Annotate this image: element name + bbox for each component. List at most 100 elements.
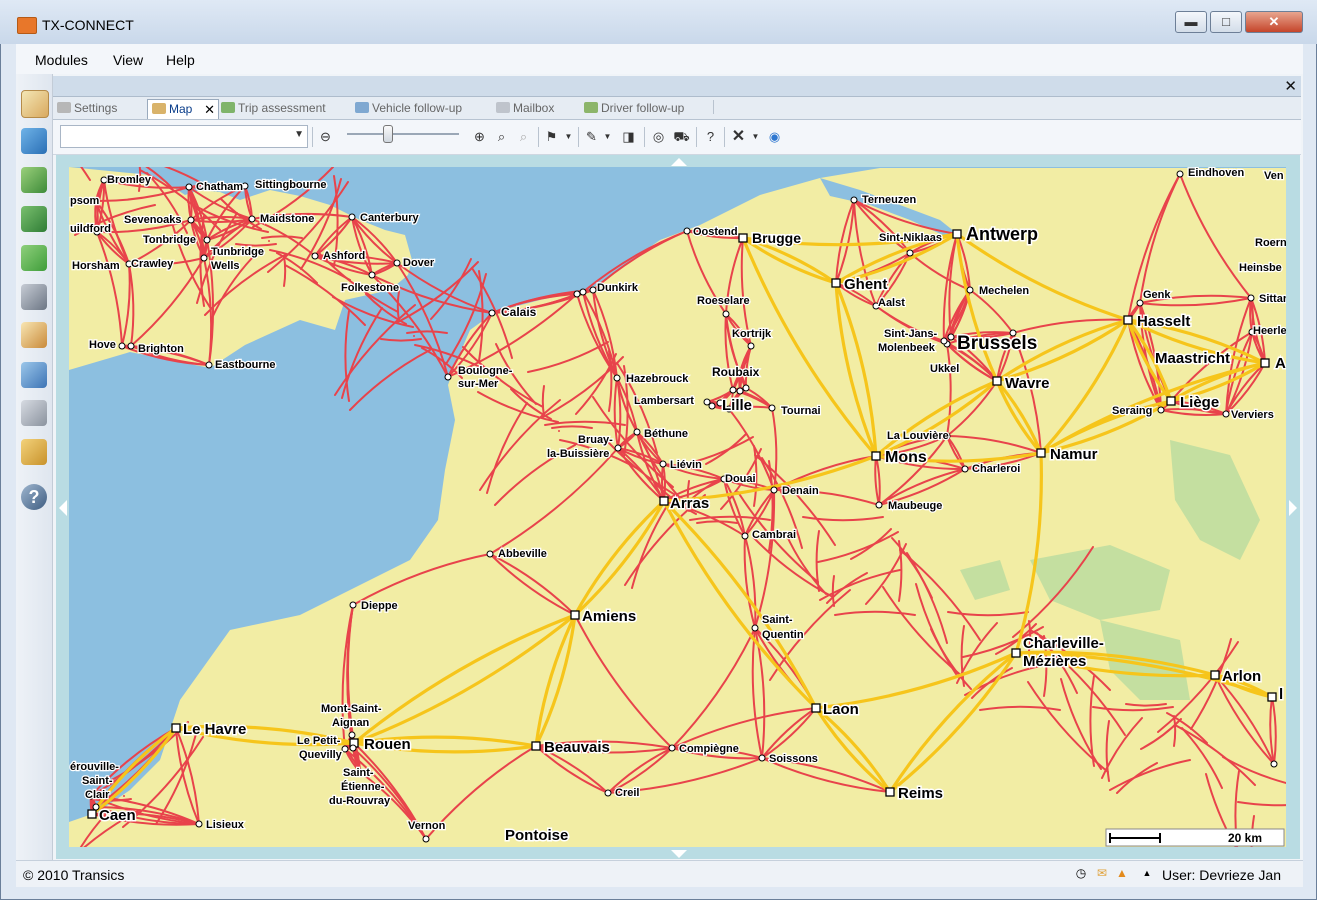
city-marker[interactable] <box>570 610 580 620</box>
city-marker[interactable] <box>659 496 669 506</box>
town-marker[interactable] <box>368 271 376 279</box>
town-marker[interactable] <box>1176 170 1184 178</box>
town-marker[interactable] <box>961 465 969 473</box>
maximize-button[interactable]: □ <box>1210 11 1242 33</box>
town-marker[interactable] <box>589 286 597 294</box>
zoom-area-icon[interactable]: ⌕ <box>493 128 510 145</box>
driver-module-icon[interactable] <box>21 167 47 193</box>
town-marker[interactable] <box>341 745 349 753</box>
tab-map[interactable]: Map ✕ <box>147 99 219 119</box>
mail-icon[interactable]: ✉ <box>1095 866 1109 880</box>
town-marker[interactable] <box>736 387 744 395</box>
city-marker[interactable] <box>531 741 541 751</box>
truck-module-icon[interactable] <box>21 245 47 271</box>
town-marker[interactable] <box>422 835 430 843</box>
town-marker[interactable] <box>187 216 195 224</box>
dashboard-module-icon[interactable] <box>21 206 47 232</box>
town-marker[interactable] <box>747 342 755 350</box>
clock-icon[interactable]: ◷ <box>1074 866 1088 880</box>
town-marker[interactable] <box>668 744 676 752</box>
town-marker[interactable] <box>751 624 759 632</box>
town-marker[interactable] <box>758 754 766 762</box>
town-marker[interactable] <box>906 249 914 257</box>
chevron-down-icon[interactable]: ▼ <box>599 128 616 145</box>
city-marker[interactable] <box>1267 692 1277 702</box>
town-marker[interactable] <box>1270 760 1278 768</box>
location-combo[interactable]: ▼ <box>60 125 308 148</box>
town-marker[interactable] <box>185 183 193 191</box>
tab-settings[interactable]: Settings <box>57 99 117 118</box>
minimize-button[interactable]: ▬ <box>1175 11 1207 33</box>
city-marker[interactable] <box>1260 358 1270 368</box>
map-canvas[interactable]: Bromley Chatham Sittingbourne psom Sevenoaks… <box>69 167 1286 847</box>
town-marker[interactable] <box>708 402 716 410</box>
town-marker[interactable] <box>659 460 667 468</box>
town-marker[interactable] <box>768 404 776 412</box>
map-help-icon[interactable]: ? <box>702 128 719 145</box>
town-marker[interactable] <box>248 215 256 223</box>
city-marker[interactable] <box>871 451 881 461</box>
close-button[interactable]: ✕ <box>1245 11 1303 33</box>
town-marker[interactable] <box>195 820 203 828</box>
town-marker[interactable] <box>348 731 356 739</box>
city-marker[interactable] <box>1011 648 1021 658</box>
alert-icon[interactable]: ▲ <box>1115 866 1129 880</box>
scanner-module-icon[interactable] <box>21 284 47 310</box>
edit-icon[interactable]: ✎ <box>583 128 600 145</box>
town-marker[interactable] <box>1157 406 1165 414</box>
pan-down-icon[interactable] <box>671 850 687 858</box>
city-marker[interactable] <box>1036 448 1046 458</box>
city-marker[interactable] <box>952 229 962 239</box>
town-marker[interactable] <box>729 386 737 394</box>
town-marker[interactable] <box>1222 410 1230 418</box>
vehicle-module-icon[interactable] <box>21 128 47 154</box>
tab-driver-follow-up[interactable]: Driver follow-up <box>584 99 684 118</box>
town-marker[interactable] <box>579 288 587 296</box>
tab-vehicle-follow-up[interactable]: Vehicle follow-up <box>355 99 462 118</box>
zoom-slider-track[interactable] <box>347 133 459 135</box>
mailbox-module-icon[interactable] <box>21 400 47 426</box>
compass-icon[interactable]: ◎ <box>650 128 667 145</box>
town-marker[interactable] <box>488 309 496 317</box>
city-marker[interactable] <box>171 723 181 733</box>
chevron-up-icon[interactable]: ▲ <box>1140 866 1154 880</box>
pan-right-icon[interactable] <box>1289 500 1297 516</box>
town-marker[interactable] <box>349 744 357 752</box>
info-icon[interactable]: ◉ <box>766 128 783 145</box>
settings-module-icon[interactable] <box>21 439 47 465</box>
tab-trip-assessment[interactable]: Trip assessment <box>221 99 326 118</box>
report-module-icon[interactable] <box>21 322 47 348</box>
town-marker[interactable] <box>349 601 357 609</box>
town-marker[interactable] <box>205 361 213 369</box>
tab-mailbox[interactable]: Mailbox <box>496 99 554 118</box>
map-module-icon[interactable] <box>21 90 49 118</box>
town-marker[interactable] <box>348 213 356 221</box>
layers-icon[interactable]: ◨ <box>620 128 637 145</box>
town-marker[interactable] <box>604 789 612 797</box>
town-marker[interactable] <box>127 342 135 350</box>
zoom-slider-thumb[interactable] <box>383 125 393 143</box>
panel-close-button[interactable]: ✕ <box>1284 77 1297 95</box>
zoom-reset-icon[interactable]: ⌕ <box>515 128 532 145</box>
town-marker[interactable] <box>742 384 750 392</box>
route-flag-icon[interactable]: ⚑ <box>543 128 560 145</box>
help-icon[interactable]: ? <box>21 484 47 510</box>
city-marker[interactable] <box>87 809 97 819</box>
town-marker[interactable] <box>940 337 948 345</box>
pan-up-icon[interactable] <box>671 158 687 166</box>
chevron-down-icon[interactable]: ▼ <box>747 128 764 145</box>
city-marker[interactable] <box>1123 315 1133 325</box>
city-marker[interactable] <box>1210 670 1220 680</box>
town-marker[interactable] <box>966 286 974 294</box>
chevron-down-icon[interactable]: ▼ <box>560 128 577 145</box>
pan-left-icon[interactable] <box>59 500 67 516</box>
town-marker[interactable] <box>393 259 401 267</box>
town-marker[interactable] <box>573 290 581 298</box>
vehicle-locate-icon[interactable]: ⛟ <box>673 128 690 145</box>
menu-modules[interactable]: Modules <box>35 52 88 68</box>
town-marker[interactable] <box>203 236 211 244</box>
town-marker[interactable] <box>118 342 126 350</box>
town-marker[interactable] <box>850 196 858 204</box>
city-marker[interactable] <box>738 233 748 243</box>
town-marker[interactable] <box>613 374 621 382</box>
